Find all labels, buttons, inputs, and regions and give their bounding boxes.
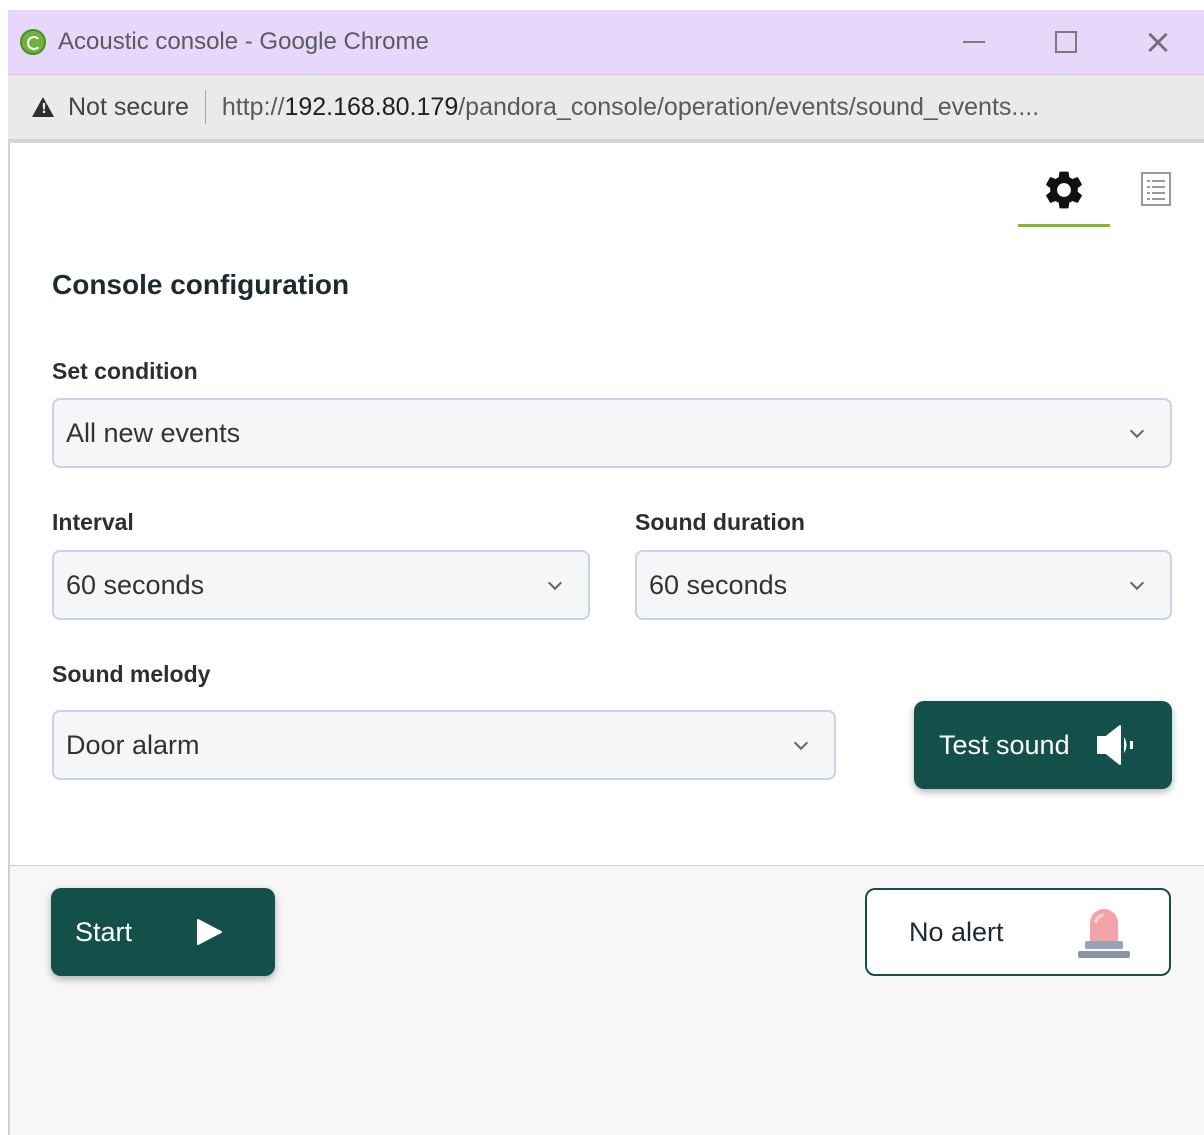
security-label[interactable]: Not secure	[68, 93, 189, 122]
sound-melody-label: Sound melody	[52, 661, 211, 687]
maximize-icon	[1055, 31, 1077, 53]
speaker-icon	[1096, 725, 1133, 765]
tab-settings[interactable]	[1018, 167, 1110, 227]
interval-label: Interval	[52, 509, 134, 535]
page-content: Console configuration Set condition All …	[8, 143, 1204, 1135]
alert-status-text: No alert	[909, 916, 1004, 947]
set-condition-value: All new events	[66, 417, 241, 448]
sound-duration-label: Sound duration	[635, 509, 805, 535]
chevron-down-icon	[793, 735, 809, 751]
address-separator	[204, 90, 206, 124]
maximize-button[interactable]	[1020, 10, 1112, 74]
sound-duration-value: 60 seconds	[649, 569, 788, 600]
play-icon	[197, 919, 223, 945]
interval-value: 60 seconds	[66, 569, 205, 600]
page-title: Console configuration	[52, 269, 350, 300]
set-condition-select[interactable]: All new events	[52, 398, 1172, 468]
tab-list[interactable]	[1136, 171, 1176, 211]
test-sound-button[interactable]: Test sound	[914, 701, 1172, 789]
footer-divider	[10, 865, 1204, 866]
url-path: /pandora_console/operation/events/sound_…	[458, 92, 1040, 121]
interval-select[interactable]: 60 seconds	[52, 550, 590, 620]
address-bar[interactable]: ! Not secure http://192.168.80.179/pando…	[8, 75, 1204, 143]
siren-icon	[1077, 909, 1130, 958]
list-icon	[1141, 172, 1171, 206]
minimize-button[interactable]	[928, 10, 1020, 74]
gear-icon	[1046, 171, 1082, 209]
url-prefix: http://	[221, 92, 285, 121]
minimize-icon	[963, 41, 985, 43]
url-host: 192.168.80.179	[284, 92, 459, 121]
sound-melody-select[interactable]: Door alarm	[52, 710, 836, 780]
window-title: Acoustic console - Google Chrome	[58, 28, 429, 55]
close-button[interactable]: ×	[1112, 10, 1204, 74]
close-icon: ×	[1143, 22, 1173, 62]
window-titlebar: Acoustic console - Google Chrome ×	[8, 10, 1204, 75]
sound-duration-select[interactable]: 60 seconds	[635, 550, 1172, 620]
start-label: Start	[75, 916, 133, 947]
app-logo-icon	[20, 29, 46, 55]
window-controls: ×	[928, 10, 1204, 74]
test-sound-label: Test sound	[939, 729, 1070, 760]
alert-status-box: No alert	[865, 888, 1171, 976]
warning-icon: !	[32, 97, 54, 117]
chevron-down-icon	[547, 575, 563, 591]
chevron-down-icon	[1129, 575, 1145, 591]
start-button[interactable]: Start	[51, 888, 275, 976]
chevron-down-icon	[1129, 423, 1145, 439]
url-text[interactable]: http://192.168.80.179/pandora_console/op…	[222, 93, 1039, 122]
set-condition-label: Set condition	[52, 358, 198, 384]
sound-melody-value: Door alarm	[66, 729, 200, 760]
